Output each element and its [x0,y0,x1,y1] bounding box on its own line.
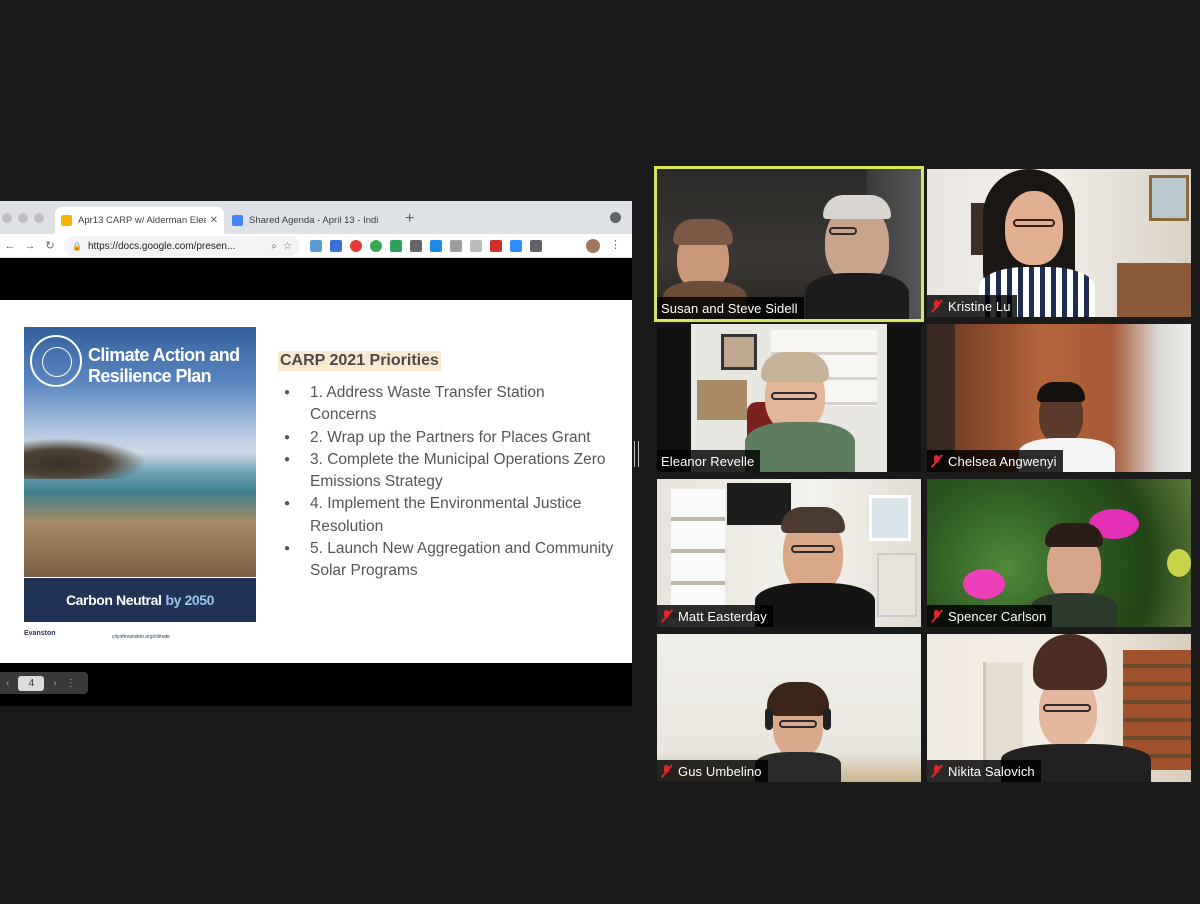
prev-slide-icon[interactable]: ‹ [6,678,9,689]
evanston-logo: Evanston [24,630,56,637]
lock-icon: 🔒 [72,241,82,251]
participant-name: Gus Umbelino [678,763,762,779]
menu-icon[interactable]: ⋮ [610,238,621,251]
priority-item: 4. Implement the Environmental Justice R… [284,493,614,538]
participant-nameplate: Chelsea Angwenyi [927,450,1063,472]
extension-icon[interactable] [410,240,422,252]
cover-band: Carbon Neutral by 2050 [24,578,256,622]
video-tile[interactable]: Spencer Carlson [927,479,1191,627]
participant-nameplate: Susan and Steve Sidell [657,297,804,319]
video-tile[interactable]: Eleanor Revelle [657,324,921,472]
next-slide-icon[interactable]: › [53,678,56,689]
video-tile[interactable]: Susan and Steve Sidell [654,166,924,322]
browser-toolbar: ← → ↻ 🔒 https://docs.google.com/presen..… [0,234,632,258]
priority-item: 2. Wrap up the Partners for Places Grant [284,427,614,450]
url-text: https://docs.google.com/presen... [87,240,236,252]
close-icon[interactable]: ✕ [210,215,218,226]
docs-icon [232,215,243,226]
participant-name: Spencer Carlson [948,608,1047,624]
priority-item: 3. Complete the Municipal Operations Zer… [284,449,614,494]
extension-icon[interactable] [490,240,502,252]
participant-name: Chelsea Angwenyi [948,453,1057,469]
participant-name: Matt Easterday [678,608,767,624]
more-options-icon[interactable]: ⋮ [66,678,76,689]
slide-footer: Evanston cityofevanston.org/climate [24,630,256,644]
participant-nameplate: Matt Easterday [657,605,773,627]
mic-muted-icon [931,764,942,778]
participant-name: Susan and Steve Sidell [661,300,798,316]
shared-screen: Apr13 CARP w/ Alderman Elea ✕ Shared Age… [0,201,632,706]
participant-name: Nikita Salovich [948,763,1035,779]
search-icon[interactable]: ⌕ [271,241,277,252]
extension-icon[interactable] [370,240,382,252]
bookmark-star-icon[interactable]: ☆ [283,241,292,252]
priorities-title: CARP 2021 Priorities [278,351,441,371]
address-bar[interactable]: 🔒 https://docs.google.com/presen... ⌕ ☆ [64,236,300,256]
extension-icon[interactable] [330,240,342,252]
mic-muted-icon [661,609,672,623]
window-controls[interactable] [2,213,44,223]
priority-item: 1. Address Waste Transfer Station Concer… [284,382,614,427]
extensions-bar [310,240,542,252]
presentation-slide: Climate Action and Resilience Plan Carbo… [0,300,632,663]
new-tab-icon[interactable]: + [405,210,414,228]
tab-label: Apr13 CARP w/ Alderman Elea [78,215,206,226]
back-icon[interactable]: ← [0,240,20,252]
mic-muted-icon [931,299,942,313]
mic-muted-icon [931,454,942,468]
participant-nameplate: Eleanor Revelle [657,450,761,472]
carp-cover-image: Climate Action and Resilience Plan Carbo… [24,327,256,623]
mic-muted-icon [661,764,672,778]
tab-slides[interactable]: Apr13 CARP w/ Alderman Elea ✕ [55,207,224,234]
forward-icon[interactable]: → [20,240,40,252]
participant-name: Eleanor Revelle [661,453,755,469]
video-tile[interactable]: Gus Umbelino [657,634,921,782]
participant-nameplate: Nikita Salovich [927,760,1041,782]
reload-icon[interactable]: ↻ [40,239,60,252]
footer-url: cityofevanston.org/climate [112,634,170,640]
slides-icon [61,215,72,226]
slide-pager: ‹ 4 › ⋮ [0,672,88,694]
extension-icon[interactable] [310,240,322,252]
video-tile[interactable]: Nikita Salovich [927,634,1191,782]
video-tile[interactable]: Matt Easterday [657,479,921,627]
video-tile[interactable]: Kristine Lu [927,169,1191,317]
mic-muted-icon [931,609,942,623]
priority-item: 5. Launch New Aggregation and Community … [284,538,614,583]
rocks-shape [24,439,144,479]
extension-icon[interactable] [350,240,362,252]
tab-label: Shared Agenda - April 13 - Indi [249,215,379,226]
priorities-list: 1. Address Waste Transfer Station Concer… [284,382,614,583]
extension-icon[interactable] [470,240,482,252]
profile-avatar[interactable] [586,239,600,253]
band-main-text: Carbon Neutral [65,592,162,608]
puzzle-icon[interactable] [530,240,542,252]
band-accent-text: by 2050 [165,592,215,608]
participant-nameplate: Kristine Lu [927,295,1017,317]
participant-nameplate: Gus Umbelino [657,760,768,782]
browser-tab-bar: Apr13 CARP w/ Alderman Elea ✕ Shared Age… [0,201,632,234]
zoom-extension-icon[interactable] [510,240,522,252]
participant-name: Kristine Lu [948,298,1011,314]
page-number[interactable]: 4 [18,675,45,691]
zoom-meeting-window: Apr13 CARP w/ Alderman Elea ✕ Shared Age… [0,0,1200,904]
video-tile[interactable]: Chelsea Angwenyi [927,324,1191,472]
extension-icon[interactable] [390,240,402,252]
cover-title: Climate Action and Resilience Plan [88,345,240,386]
city-seal-icon [30,335,82,387]
tab-search-icon[interactable] [610,212,621,223]
extension-icon[interactable] [430,240,442,252]
tab-agenda[interactable]: Shared Agenda - April 13 - Indi [226,207,398,234]
extension-icon[interactable] [450,240,462,252]
participant-nameplate: Spencer Carlson [927,605,1053,627]
resize-handle[interactable] [634,441,639,467]
